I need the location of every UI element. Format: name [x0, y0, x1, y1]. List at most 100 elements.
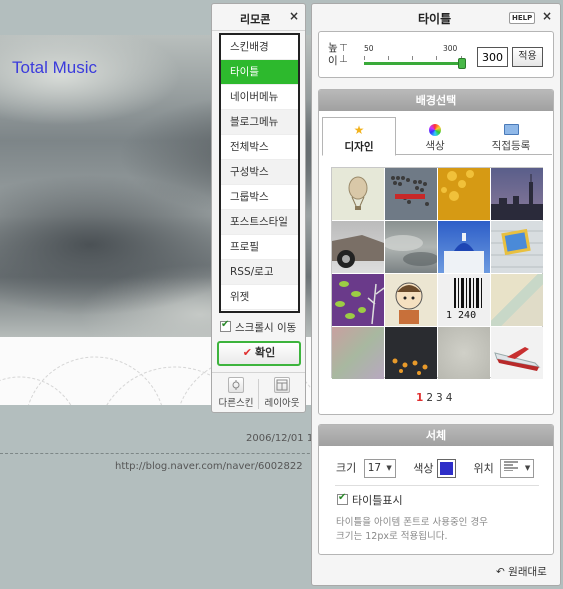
scroll-follow-option[interactable]: 스크롤시 이동 [220, 319, 297, 335]
bg-thumb-santorini[interactable] [438, 221, 490, 273]
svg-text:1 240: 1 240 [446, 310, 476, 321]
bg-thumb-car[interactable] [332, 221, 384, 273]
reset-label: 원래대로 [508, 566, 547, 578]
height-input[interactable] [477, 47, 508, 67]
page-link[interactable]: 2 [426, 392, 433, 404]
post-date: 2006/12/01 1 [246, 433, 314, 444]
font-color-picker[interactable] [437, 459, 456, 478]
bg-thumb-balloon[interactable] [332, 168, 384, 220]
font-size-select[interactable]: 17 ▼ [363, 459, 396, 478]
other-skin-label: 다른스킨 [218, 398, 254, 409]
remote-title: 리모콘 [240, 13, 271, 26]
bg-thumb-world-map[interactable] [385, 168, 437, 220]
font-position-label: 위치 [473, 461, 494, 475]
height-slider-thumb[interactable] [458, 58, 466, 69]
tab-design-label: 디자인 [344, 141, 374, 153]
divider [335, 485, 539, 486]
background-thumbnail-grid: 1 240 [331, 167, 543, 379]
align-left-icon [504, 460, 519, 477]
font-setting-box: 서체 크기 17 ▼ 색상 위치 ▼ 타이틀표시 타이틀을 아이템 폰트로 사용중… [318, 424, 554, 555]
undo-icon: ↶ [496, 566, 505, 578]
remote-menu: 스킨배경 타이틀 네이버메뉴 블로그메뉴 전체박스 구성박스 그룹박스 포스트스… [219, 33, 300, 313]
remote-menu-item-post-style[interactable]: 포스트스타일 [221, 210, 298, 235]
color-swatch-icon [440, 462, 453, 475]
bg-thumb-stone[interactable] [438, 327, 490, 379]
bg-thumb-orange-dots[interactable] [438, 168, 490, 220]
star-icon: ★ [353, 123, 365, 137]
bg-thumb-purple-leaves[interactable] [332, 274, 384, 326]
remote-menu-item-naver-menu[interactable]: 네이버메뉴 [221, 85, 298, 110]
page-link[interactable]: 1 [416, 392, 423, 404]
remote-menu-item-blog-menu[interactable]: 블로그메뉴 [221, 110, 298, 135]
layout-button[interactable]: 레이아웃 [260, 377, 304, 409]
height-setting-box: 높이 ⊤⊥ 50 300 적용 [318, 31, 554, 78]
show-title-option[interactable]: 타이틀표시 [337, 492, 403, 508]
panel-header: 타이틀 HELP × [312, 4, 560, 31]
confirm-label: 확인 [254, 346, 276, 359]
remote-menu-item-rss-logo[interactable]: RSS/로고 [221, 260, 298, 285]
post-url[interactable]: http://blog.naver.com/naver/6002822 [115, 461, 303, 472]
font-header: 서체 [319, 425, 553, 446]
font-align-select[interactable]: ▼ [500, 459, 535, 478]
bg-thumb-frame[interactable] [491, 221, 543, 273]
bg-thumb-city-night[interactable] [491, 168, 543, 220]
bg-thumb-airplane[interactable] [491, 327, 543, 379]
tab-color[interactable]: 색상 [398, 117, 472, 155]
font-size-value: 17 [367, 462, 382, 474]
other-skin-button[interactable]: 다른스킨 [214, 377, 258, 409]
remote-menu-item-title[interactable]: 타이틀 [221, 60, 298, 85]
apply-button[interactable]: 적용 [512, 47, 543, 67]
close-icon[interactable]: × [542, 9, 552, 23]
tab-color-label: 색상 [425, 140, 445, 152]
height-slider-fill [364, 62, 462, 65]
help-button[interactable]: HELP [509, 12, 536, 24]
bg-thumb-pastel-stripes[interactable] [491, 274, 543, 326]
remote-menu-item-layout-box[interactable]: 구성박스 [221, 160, 298, 185]
font-note-line: 타이틀을 아이템 폰트로 사용중인 경우 [336, 517, 488, 528]
background-tabs: ★ 디자인 색상 직접등록 [322, 117, 552, 156]
background-select-box: 배경선택 ★ 디자인 색상 직접등록 1 240 1 2 3 4 [318, 89, 554, 415]
background-select-header: 배경선택 [319, 90, 553, 111]
slider-tick [364, 56, 365, 60]
folder-icon [474, 121, 548, 137]
font-note: 타이틀을 아이템 폰트로 사용중인 경우 크기는 12px로 적용됩니다. [336, 516, 488, 544]
layout-label: 레이아웃 [264, 398, 300, 409]
skin-icon [228, 377, 244, 393]
bg-thumb-character[interactable] [385, 274, 437, 326]
slider-min-label: 50 [364, 44, 374, 53]
confirm-button[interactable]: ✔ 확인 [217, 341, 301, 366]
layout-icon [274, 377, 290, 393]
slider-tick [412, 56, 413, 60]
remote-bottom-bar: 다른스킨 레이아웃 [212, 372, 305, 412]
scroll-follow-checkbox[interactable] [220, 319, 231, 332]
scroll-follow-label: 스크롤시 이동 [235, 322, 297, 334]
font-size-label: 크기 [336, 461, 357, 475]
panel-title: 타이틀 [418, 12, 452, 26]
page-link[interactable]: 3 [436, 392, 443, 404]
bg-thumb-barcode[interactable]: 1 240 [438, 274, 490, 326]
remote-menu-item-profile[interactable]: 프로필 [221, 235, 298, 260]
remote-menu-item-group-box[interactable]: 그룹박스 [221, 185, 298, 210]
reset-button[interactable]: ↶ 원래대로 [496, 564, 547, 579]
bg-thumb-blur[interactable] [332, 327, 384, 379]
font-color-label: 색상 [413, 461, 434, 475]
pagination: 1234 [416, 392, 455, 404]
close-icon[interactable]: × [289, 9, 299, 23]
slider-max-label: 300 [443, 44, 458, 53]
remote-menu-item-whole-box[interactable]: 전체박스 [221, 135, 298, 160]
show-title-checkbox[interactable] [337, 492, 348, 505]
remote-menu-item-widget[interactable]: 위젯 [221, 285, 298, 310]
bg-thumb-candles[interactable] [385, 327, 437, 379]
chevron-down-icon: ▼ [524, 464, 531, 472]
tab-upload[interactable]: 직접등록 [474, 117, 548, 155]
page-link[interactable]: 4 [446, 392, 453, 404]
slider-tick [436, 56, 437, 60]
color-wheel-icon [398, 121, 472, 137]
remote-menu-item-skin-bg[interactable]: 스킨배경 [221, 35, 298, 60]
tab-design[interactable]: ★ 디자인 [322, 117, 396, 156]
bg-thumb-clouds[interactable] [385, 221, 437, 273]
font-note-line: 크기는 12px로 적용됩니다. [336, 531, 448, 542]
blog-title[interactable]: Total Music [12, 58, 97, 78]
slider-tick [388, 56, 389, 60]
divider [0, 453, 330, 454]
